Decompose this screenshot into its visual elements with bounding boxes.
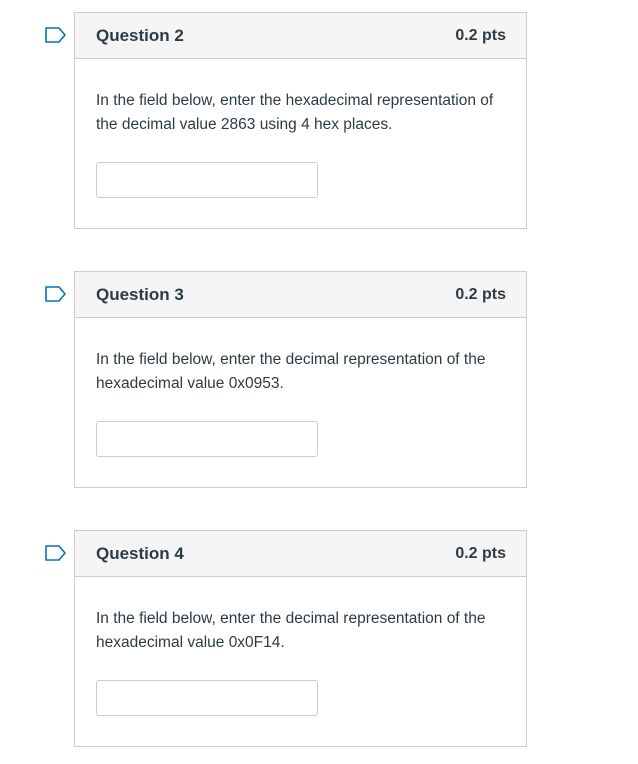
flag-icon [45,545,66,561]
flag-question-button[interactable] [45,545,67,561]
answer-input[interactable] [96,421,318,457]
flag-icon [45,286,66,302]
question-header: Question 4 0.2 pts [75,531,526,577]
question-body: In the field below, enter the hexadecima… [75,59,526,198]
question-points: 0.2 pts [455,544,506,562]
flag-icon [45,27,66,43]
question-body: In the field below, enter the decimal re… [75,318,526,457]
question-title: Question 2 [96,25,184,45]
answer-input[interactable] [96,162,318,198]
question-card: Question 4 0.2 pts In the field below, e… [74,530,527,747]
question-body: In the field below, enter the decimal re… [75,577,526,716]
flag-question-button[interactable] [45,286,67,302]
question-points: 0.2 pts [455,285,506,303]
question-text: In the field below, enter the hexadecima… [96,92,494,133]
question-card: Question 2 0.2 pts In the field below, e… [74,12,527,229]
question-header: Question 2 0.2 pts [75,13,526,59]
question-card: Question 3 0.2 pts In the field below, e… [74,271,527,488]
question-text: In the field below, enter the decimal re… [96,610,486,651]
flag-question-button[interactable] [45,27,67,43]
answer-input[interactable] [96,680,318,716]
question-title: Question 3 [96,284,184,304]
question-text: In the field below, enter the decimal re… [96,351,486,392]
question-points: 0.2 pts [455,26,506,44]
question-header: Question 3 0.2 pts [75,272,526,318]
question-title: Question 4 [96,543,184,563]
